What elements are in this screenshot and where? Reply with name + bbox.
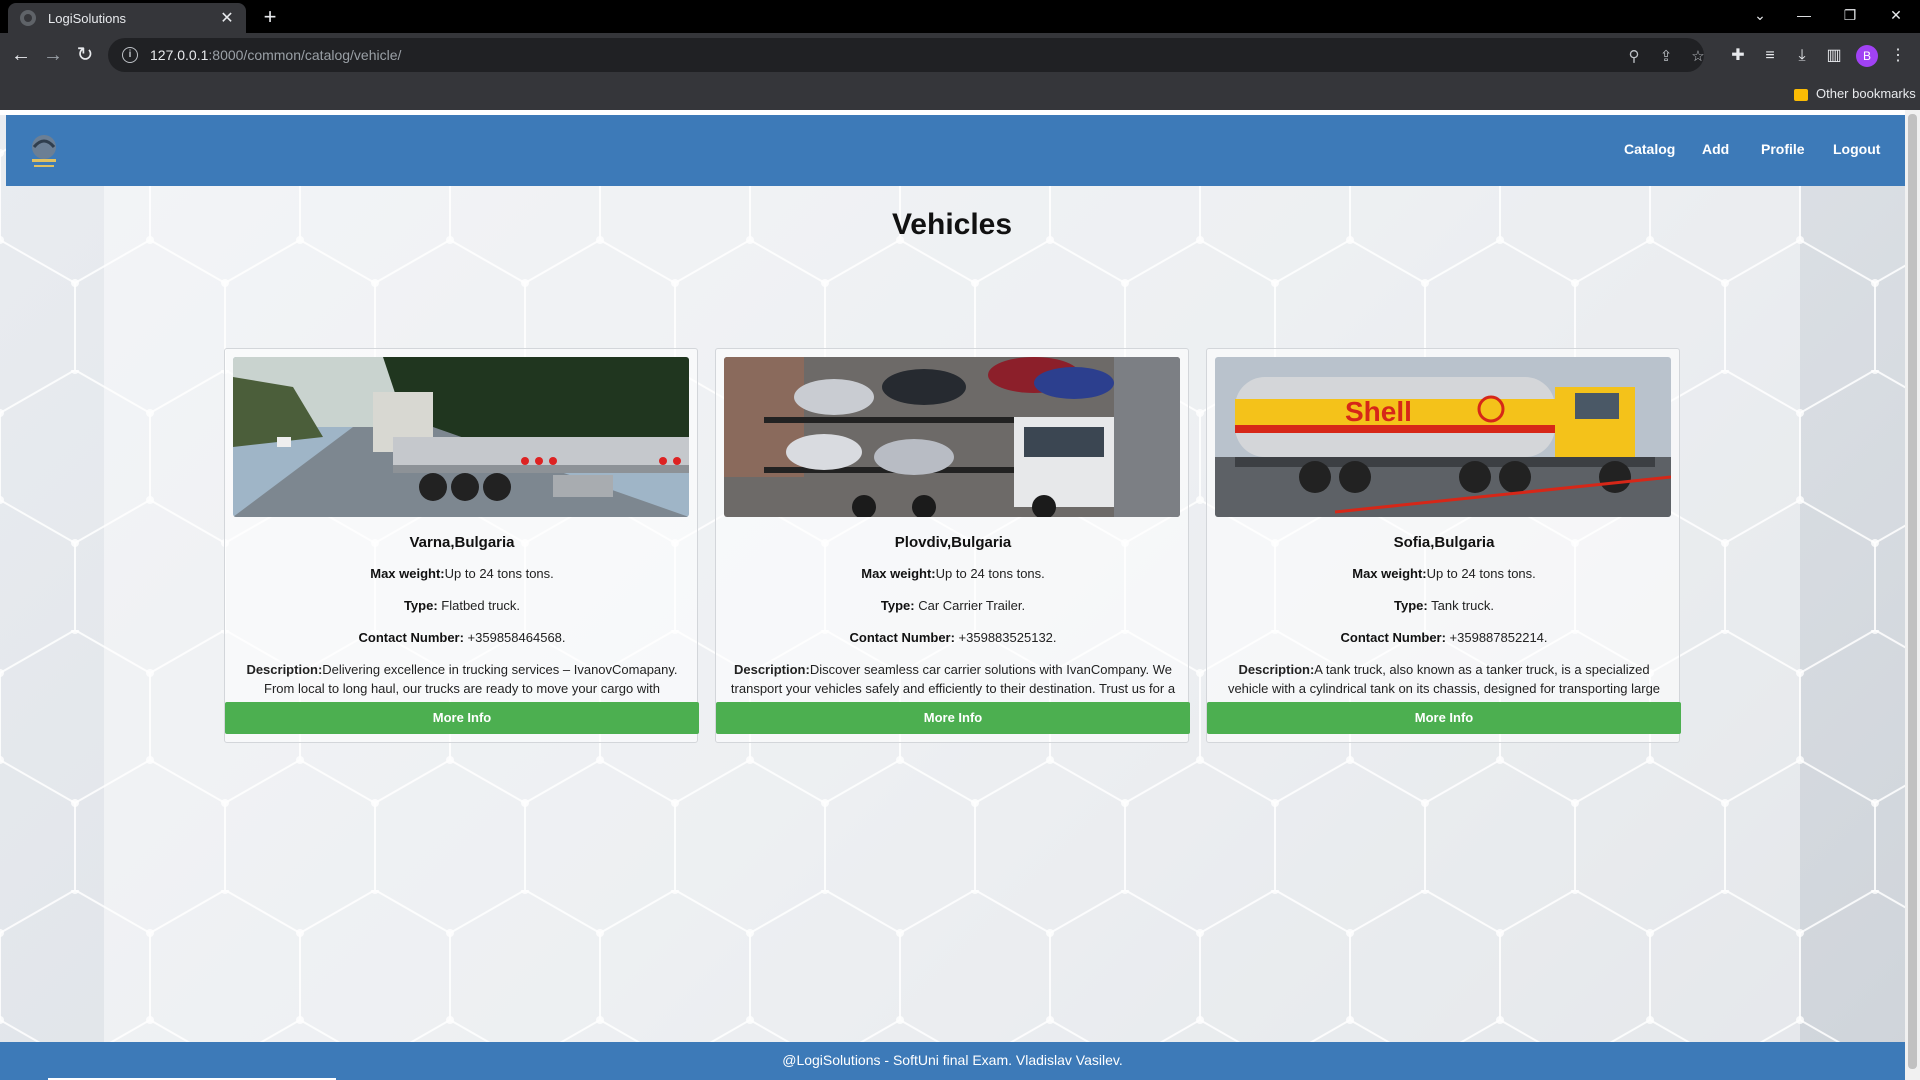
browser-tab-strip: LogiSolutions ✕ + ⌄ — ❐ ✕ (0, 0, 1920, 33)
site-header: Catalog Add Profile Logout (6, 115, 1905, 186)
contact-value: +359887852214. (1445, 630, 1548, 645)
max-weight-label: Max weight: (861, 566, 936, 581)
description-line: Description:Discover seamless car carrie… (728, 660, 1178, 698)
browser-tab[interactable]: LogiSolutions ✕ (8, 3, 246, 33)
nav-catalog[interactable]: Catalog (1624, 141, 1675, 157)
nav-add[interactable]: Add (1702, 141, 1729, 157)
max-weight-line: Max weight:Up to 24 tons tons. (225, 566, 699, 581)
vehicle-card-1: Varna,Bulgaria Max weight:Up to 24 tons … (224, 348, 699, 743)
vehicle-card-3: Shell Sofia,Bulgaria Max weight:Up to 24… (1206, 348, 1681, 743)
vertical-scrollbar[interactable] (1905, 110, 1920, 1080)
globe-icon (20, 10, 36, 26)
vehicle-location: Varna,Bulgaria (409, 534, 515, 551)
description-label: Description: (1238, 662, 1315, 677)
flatbed-truck-photo (233, 357, 689, 517)
max-weight-value: Up to 24 tons tons. (935, 566, 1045, 581)
page-title: Vehicles (891, 208, 1013, 241)
type-value: Flatbed truck. (437, 598, 521, 613)
type-line: Type: Tank truck. (1207, 598, 1681, 613)
close-window-icon[interactable]: ✕ (1878, 2, 1914, 28)
new-tab-icon[interactable]: + (258, 4, 282, 30)
url-host: 127.0.0.1 (150, 47, 209, 63)
address-bar[interactable]: i 127.0.0.1:8000/common/catalog/vehicle/… (108, 38, 1705, 72)
contact-label: Contact Number: (358, 630, 464, 645)
type-line: Type: Flatbed truck. (225, 598, 699, 613)
forward-icon[interactable]: → (40, 42, 66, 68)
restore-icon[interactable]: ❐ (1832, 2, 1868, 28)
browser-toolbar: ← → ↻ i 127.0.0.1:8000/common/catalog/ve… (0, 33, 1920, 78)
type-label: Type: (880, 598, 915, 613)
max-weight-label: Max weight: (370, 566, 445, 581)
description-line: Description:Delivering excellence in tru… (237, 660, 687, 698)
footer-text: @LogiSolutions - SoftUni final Exam. Vla… (782, 1052, 1123, 1068)
type-label: Type: (1394, 598, 1428, 613)
max-weight-value: Up to 24 tons tons. (1426, 566, 1536, 581)
contact-value: +359883525132. (954, 630, 1057, 645)
description-line: Description:A tank truck, also known as … (1219, 660, 1669, 698)
site-footer: @LogiSolutions - SoftUni final Exam. Vla… (0, 1042, 1905, 1080)
side-panel-icon[interactable]: ▥ (1822, 44, 1846, 68)
max-weight-line: Max weight:Up to 24 tons tons. (1207, 566, 1681, 581)
type-value: Car Carrier Trailer. (914, 598, 1026, 613)
profile-avatar[interactable]: B (1856, 45, 1878, 67)
vehicle-location: Plovdiv,Bulgaria (894, 534, 1012, 551)
content-panel: Vehicles Varna,Bulgaria Max weight:Up to… (104, 186, 1800, 1042)
close-tab-icon[interactable]: ✕ (218, 8, 236, 28)
max-weight-value: Up to 24 tons tons. (444, 566, 554, 581)
shell-brand-text: Shell (1345, 396, 1412, 427)
share-icon[interactable]: ⇪ (1656, 47, 1676, 67)
logisolutions-logo[interactable] (24, 129, 64, 173)
zoom-icon[interactable]: ⚲ (1624, 47, 1644, 67)
type-label: Type: (403, 598, 438, 613)
contact-line: Contact Number: +359883525132. (716, 630, 1190, 645)
folder-icon (1794, 89, 1808, 101)
description-label: Description: (733, 662, 810, 677)
car-carrier-photo (724, 357, 1180, 517)
type-value: Tank truck. (1427, 598, 1494, 613)
site-info-icon[interactable]: i (122, 47, 138, 63)
nav-logout[interactable]: Logout (1833, 141, 1880, 157)
media-control-icon[interactable]: ≡ (1758, 44, 1782, 68)
url-path: :8000/common/catalog/vehicle/ (208, 47, 402, 63)
extensions-icon[interactable]: ✚ (1726, 44, 1750, 68)
vehicle-location: Sofia,Bulgaria (1393, 534, 1495, 551)
max-weight-line: Max weight:Up to 24 tons tons. (716, 566, 1190, 581)
contact-value: +359858464568. (463, 630, 566, 645)
max-weight-label: Max weight: (1352, 566, 1427, 581)
back-icon[interactable]: ← (8, 42, 34, 68)
nav-profile[interactable]: Profile (1761, 141, 1805, 157)
contact-label: Contact Number: (849, 630, 955, 645)
vehicle-card-2: Plovdiv,Bulgaria Max weight:Up to 24 ton… (715, 348, 1190, 743)
tab-search-icon[interactable]: ⌄ (1742, 2, 1778, 28)
tank-truck-photo: Shell (1215, 357, 1671, 517)
more-info-button[interactable]: More Info (1207, 702, 1681, 734)
bookmarks-bar: Other bookmarks (0, 78, 1920, 110)
bookmark-star-icon[interactable]: ☆ (1688, 47, 1708, 67)
browser-menu-icon[interactable]: ⋮ (1886, 44, 1910, 68)
type-line: Type: Car Carrier Trailer. (716, 598, 1190, 613)
more-info-button[interactable]: More Info (225, 702, 699, 734)
description-value: Delivering excellence in trucking servic… (264, 662, 678, 696)
download-icon[interactable]: ⤓ (1790, 44, 1814, 68)
contact-line: Contact Number: +359858464568. (225, 630, 699, 645)
description-label: Description: (246, 662, 323, 677)
scrollbar-thumb[interactable] (1908, 114, 1917, 1069)
tab-title: LogiSolutions (48, 10, 127, 26)
contact-line: Contact Number: +359887852214. (1207, 630, 1681, 645)
minimize-icon[interactable]: — (1786, 2, 1822, 28)
page-viewport: Catalog Add Profile Logout Vehicles Varn… (0, 110, 1920, 1080)
contact-label: Contact Number: (1340, 630, 1446, 645)
other-bookmarks[interactable]: Other bookmarks (1816, 86, 1916, 101)
more-info-button[interactable]: More Info (716, 702, 1190, 734)
reload-icon[interactable]: ↻ (72, 42, 98, 68)
